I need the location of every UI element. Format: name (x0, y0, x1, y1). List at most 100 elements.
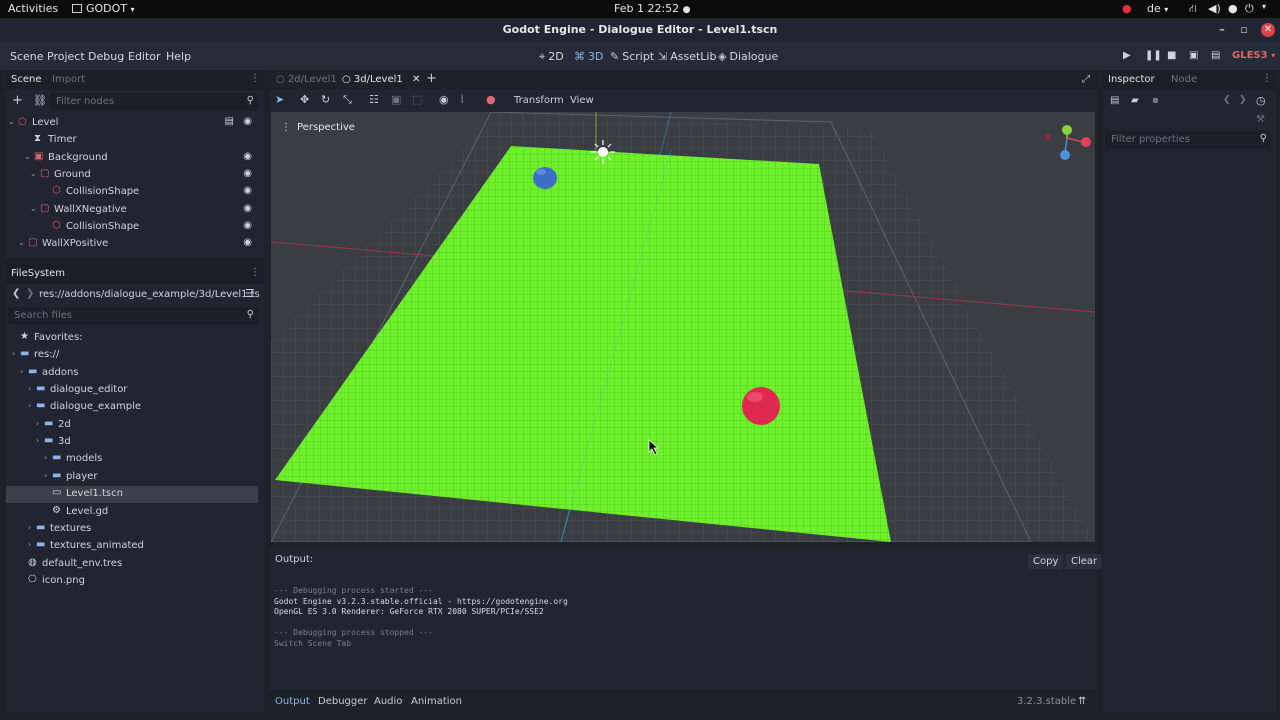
camera-override-icon[interactable]: ● (486, 93, 496, 106)
dock-menu-icon[interactable]: ⋮ (250, 267, 260, 278)
file-tree-row[interactable]: › ▬ models (6, 451, 258, 468)
history-forward-icon[interactable]: ❯ (1239, 95, 1247, 105)
tab-3d-level1[interactable]: ○ 3d/Level1 ✕ (342, 74, 420, 85)
tab-debugger[interactable]: Debugger (318, 696, 368, 707)
expand-arrow-icon[interactable]: ⌄ (24, 152, 31, 161)
file-tree-row[interactable]: › ▬ dialogue_example (6, 399, 258, 416)
local-space-icon[interactable]: ◉ (439, 93, 449, 106)
scale-tool-icon[interactable]: ⤡ (343, 93, 352, 107)
dock-menu-icon[interactable]: ⋮ (250, 73, 260, 84)
language-indicator[interactable]: de ▾ (1147, 2, 1168, 15)
file-tree-row[interactable]: ⎔ icon.png (6, 573, 258, 590)
script-icon[interactable]: ▤ (225, 116, 234, 127)
expand-arrow-icon[interactable]: › (28, 540, 31, 549)
visibility-eye-icon[interactable]: ◉ (243, 168, 252, 179)
menu-editor[interactable]: Editor (128, 50, 161, 63)
expand-arrow-icon[interactable]: ⌄ (8, 117, 15, 126)
back-icon[interactable]: ❮ (12, 288, 20, 299)
tab-filesystem[interactable]: FileSystem (11, 268, 65, 279)
expand-arrow-icon[interactable]: › (12, 349, 15, 358)
expand-arrow-icon[interactable]: › (28, 523, 31, 532)
volume-icon[interactable]: ◀) (1208, 2, 1221, 15)
group-icon[interactable]: ⬚ (412, 93, 422, 106)
scene-tree-row[interactable]: ⧗ Timer (6, 132, 258, 149)
pause-icon[interactable]: ❚❚ (1145, 50, 1162, 61)
activities-button[interactable]: Activities (8, 2, 58, 15)
chevron-down-icon[interactable]: ▾ (1262, 2, 1266, 11)
distraction-free-icon[interactable]: ⤢ (1082, 74, 1090, 85)
transform-menu[interactable]: Transform (514, 95, 564, 106)
scene-tree-row[interactable]: ⌄ ▢ WallXPositive ◉ (6, 236, 258, 253)
history-icon[interactable]: ◷ (1256, 94, 1266, 107)
visibility-eye-icon[interactable]: ◉ (243, 185, 252, 196)
filter-nodes-input[interactable]: Filter nodes ⚲ (50, 93, 258, 111)
file-tree-row[interactable]: › ▬ player (6, 469, 258, 486)
add-node-icon[interactable]: + (12, 93, 23, 108)
workspace-script-button[interactable]: ✎ Script (610, 50, 654, 63)
filter-properties-input[interactable]: Filter properties ⚲ (1105, 131, 1271, 149)
split-view-icon[interactable]: ☰ (245, 287, 255, 300)
dock-menu-icon[interactable]: ⋮ (1262, 73, 1272, 84)
maximize-button[interactable]: ▫ (1236, 22, 1252, 38)
menu-debug[interactable]: Debug (88, 50, 124, 63)
output-log[interactable]: --- Debugging process started --- Godot E… (274, 586, 568, 649)
file-tree-row[interactable]: › ▬ textures (6, 521, 258, 538)
menu-help[interactable]: Help (166, 50, 191, 63)
tab-inspector[interactable]: Inspector (1108, 74, 1155, 85)
file-tree-row[interactable]: ▭ Level1.tscn (6, 486, 258, 504)
search-files-input[interactable]: Search files ⚲ (8, 307, 258, 325)
menu-scene[interactable]: Scene (10, 50, 44, 63)
new-resource-icon[interactable]: ▤ (1110, 95, 1119, 106)
object-properties-icon[interactable]: ⚒ (1256, 114, 1265, 125)
rotate-tool-icon[interactable]: ↻ (321, 93, 330, 106)
expand-arrow-icon[interactable]: › (36, 419, 39, 428)
file-tree-row[interactable]: › ▬ addons (6, 365, 258, 382)
workspace-dialogue-button[interactable]: ◈ Dialogue (718, 50, 778, 63)
file-tree-row[interactable]: ◍ default_env.tres (6, 556, 258, 573)
power-icon[interactable]: ⏻ (1245, 2, 1254, 16)
menu-project[interactable]: Project (47, 50, 85, 63)
perspective-menu[interactable]: ⋮ Perspective (281, 122, 355, 133)
link-icon[interactable]: ⛓ (33, 94, 47, 107)
scene-tree-row[interactable]: ⬡ CollisionShape ◉ (6, 184, 258, 201)
file-tree-row[interactable]: › ▬ textures_animated (6, 538, 258, 555)
expand-arrow-icon[interactable]: ⌄ (18, 238, 25, 247)
scene-tree-row[interactable]: ⌄ ○ Level ▤ ◉ (6, 115, 258, 132)
history-back-icon[interactable]: ❮ (1223, 95, 1231, 105)
file-tree-row[interactable]: › ▬ res:// (6, 347, 258, 364)
visibility-eye-icon[interactable]: ◉ (243, 237, 252, 248)
microphone-icon[interactable]: ● (1228, 2, 1238, 15)
tab-scene[interactable]: Scene (11, 74, 42, 85)
workspace-assetlib-button[interactable]: ⇲ AssetLib (658, 50, 716, 63)
forward-icon[interactable]: ❯ (26, 288, 34, 299)
tab-node[interactable]: Node (1171, 74, 1197, 85)
clock[interactable]: Feb 1 22:52 ● (614, 2, 691, 15)
app-menu[interactable]: GODOT ▾ (72, 2, 135, 15)
list-select-icon[interactable]: ☷ (369, 93, 379, 106)
play-scene-icon[interactable]: ▣ (1189, 50, 1198, 61)
save-icon[interactable]: ▪ (1152, 95, 1159, 106)
path-field[interactable]: res://addons/dialogue_example/3d/Level1.… (39, 289, 260, 300)
npc-red-blob[interactable] (742, 387, 780, 425)
snap-icon[interactable]: ⦚ (461, 93, 463, 107)
file-tree-row[interactable]: › ▬ dialogue_editor (6, 382, 258, 399)
visibility-eye-icon[interactable]: ◉ (243, 116, 252, 127)
tab-output[interactable]: Output (275, 696, 310, 707)
expand-panel-icon[interactable]: ⇈ (1078, 696, 1086, 707)
tab-import[interactable]: Import (52, 74, 85, 85)
expand-arrow-icon[interactable]: › (20, 367, 23, 376)
workspace-3d-button[interactable]: ⌘ 3D (574, 50, 603, 63)
view-menu[interactable]: View (570, 95, 594, 106)
select-tool-icon[interactable]: ➤ (275, 93, 284, 106)
workspace-2d-button[interactable]: ⌖ 2D (539, 50, 564, 64)
visibility-eye-icon[interactable]: ◉ (243, 203, 252, 214)
expand-arrow-icon[interactable]: › (28, 401, 31, 410)
tab-audio[interactable]: Audio (374, 696, 402, 707)
scene-tree-row[interactable]: ⌄ ▢ WallXNegative ◉ (6, 202, 258, 219)
lock-icon[interactable]: ▣ (391, 93, 401, 106)
clear-button[interactable]: Clear (1066, 554, 1103, 569)
expand-arrow-icon[interactable]: ⌄ (30, 169, 37, 178)
scene-tree-row[interactable]: ⌄ ▣ Background ◉ (6, 150, 258, 167)
scene-tree-row[interactable]: ⬡ CollisionShape ◉ (6, 219, 258, 236)
tab-2d-level1[interactable]: ○ 2d/Level1 (276, 74, 337, 85)
